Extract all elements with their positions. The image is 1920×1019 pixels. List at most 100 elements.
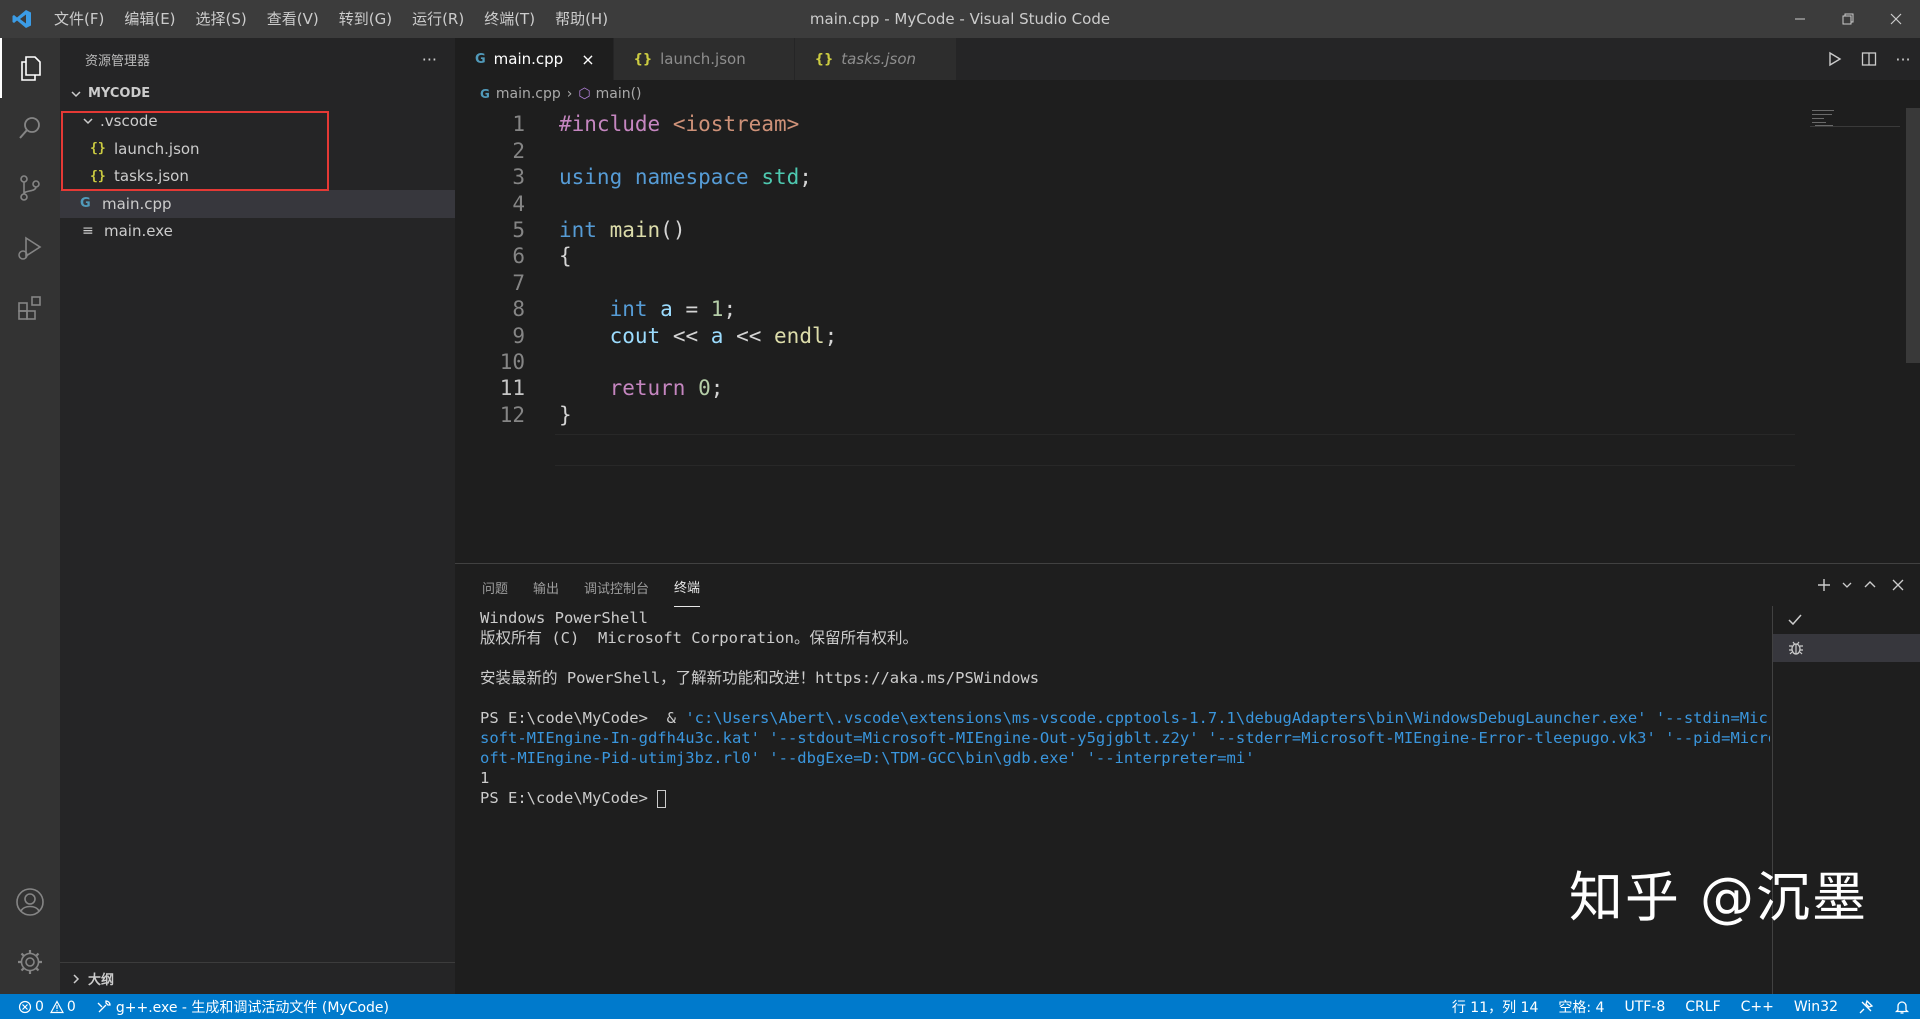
tab-terminal[interactable]: 终端 <box>674 565 701 607</box>
settings-button[interactable] <box>0 932 60 992</box>
more-actions-button[interactable]: ··· <box>422 50 437 69</box>
restore-button[interactable] <box>1824 0 1872 38</box>
terminal-list-item[interactable] <box>1773 634 1920 662</box>
window-controls <box>1776 0 1920 38</box>
run-debug-icon <box>18 236 42 260</box>
close-panel-button[interactable] <box>1884 570 1912 600</box>
tab-label: tasks.json <box>841 50 917 68</box>
annotation-highlight-box <box>61 111 329 191</box>
terminal-cursor <box>657 789 667 808</box>
close-window-button[interactable] <box>1872 0 1920 38</box>
source-control-button[interactable] <box>0 158 60 218</box>
tab-main-cpp[interactable]: G main.cpp × <box>455 38 614 80</box>
close-icon <box>1892 579 1904 591</box>
watermark: 知乎 @沉墨 <box>1568 866 1868 929</box>
menu-go[interactable]: 转到(G) <box>329 0 402 38</box>
explorer-button[interactable] <box>0 38 60 98</box>
split-editor-icon <box>1861 52 1877 66</box>
gear-icon <box>18 950 42 974</box>
feedback-button[interactable] <box>1848 999 1884 1015</box>
tab-problems[interactable]: 问题 <box>482 566 508 607</box>
outline-label: 大纲 <box>88 973 115 988</box>
tab-launch-json[interactable]: {} launch.json <box>613 38 795 80</box>
tab-output[interactable]: 输出 <box>533 566 559 607</box>
breadcrumb: G main.cpp › ⬡ main() <box>455 80 642 108</box>
play-icon <box>1829 51 1842 67</box>
terminal-list-item[interactable] <box>1773 606 1920 634</box>
platform-config[interactable]: Win32 <box>1784 999 1848 1015</box>
activity-bar <box>0 38 60 994</box>
error-count: 0 <box>35 998 44 1015</box>
account-icon <box>16 888 44 916</box>
file-icon: ≡ <box>82 223 94 240</box>
terminal-prompt: PS E:\code\MyCode> & <box>480 709 686 727</box>
menu-view[interactable]: 查看(V) <box>257 0 329 38</box>
accounts-button[interactable] <box>0 872 60 932</box>
split-editor-button[interactable] <box>1852 42 1886 76</box>
terminal-command-line: PS E:\code\MyCode> & 'c:\Users\Abert\.vs… <box>480 708 1770 728</box>
tab-debug-console[interactable]: 调试控制台 <box>584 566 649 607</box>
explorer-title: 资源管理器 <box>85 53 151 69</box>
cpp-icon: G <box>475 51 486 67</box>
feedback-icon <box>1859 999 1874 1013</box>
cpp-icon: G <box>480 87 490 101</box>
terminal-output[interactable]: Windows PowerShell 版权所有 (C) Microsoft Co… <box>480 608 1770 808</box>
encoding[interactable]: UTF-8 <box>1614 999 1675 1015</box>
run-file-button[interactable] <box>1818 42 1852 76</box>
menu-terminal[interactable]: 终端(T) <box>474 0 545 38</box>
chevron-right-icon: › <box>566 86 573 102</box>
extensions-button[interactable] <box>0 278 60 338</box>
file-main-cpp[interactable]: G main.cpp <box>60 190 455 218</box>
search-button[interactable] <box>0 98 60 158</box>
line-endings[interactable]: CRLF <box>1675 999 1730 1015</box>
bottom-panel: 问题 输出 调试控制台 终端 Windows PowerShell 版权所有 (… <box>455 563 1920 995</box>
method-icon: ⬡ <box>578 86 591 102</box>
run-debug-button[interactable] <box>0 218 60 278</box>
search-icon <box>19 117 40 139</box>
menu-bar: 文件(F) 编辑(E) 选择(S) 查看(V) 转到(G) 运行(R) 终端(T… <box>44 0 618 38</box>
panel-tabs: 问题 输出 调试控制台 终端 <box>455 564 1920 608</box>
vscode-logo-icon <box>0 0 44 38</box>
notifications-button[interactable] <box>1884 999 1920 1015</box>
close-tab-icon[interactable]: × <box>581 50 594 69</box>
tab-tasks-json[interactable]: {} tasks.json <box>794 38 958 80</box>
new-terminal-button[interactable] <box>1810 570 1838 600</box>
minimap[interactable] <box>1810 108 1900 158</box>
plus-icon <box>1818 579 1830 591</box>
chevron-down-icon <box>68 86 84 102</box>
more-actions-button[interactable]: ··· <box>1886 42 1920 76</box>
cursor-position[interactable]: 行 11，列 14 <box>1442 997 1549 1017</box>
more-icon: ··· <box>1895 49 1911 69</box>
maximize-panel-button[interactable] <box>1856 570 1884 600</box>
explorer-header: 资源管理器 ··· <box>60 38 455 80</box>
language-mode[interactable]: C++ <box>1731 999 1784 1015</box>
code-editor[interactable]: 1 #include <iostream> 2 3 using namespace … <box>455 108 1920 563</box>
close-icon <box>1890 13 1902 25</box>
editor-scrollbar[interactable] <box>1906 108 1920 363</box>
error-icon <box>18 1000 32 1013</box>
menu-selection[interactable]: 选择(S) <box>186 0 257 38</box>
restore-icon <box>1842 13 1854 25</box>
menu-edit[interactable]: 编辑(E) <box>114 0 185 38</box>
workspace-root[interactable]: MYCODE <box>60 80 455 108</box>
problems-status[interactable]: 0 0 <box>18 999 86 1015</box>
minimize-button[interactable] <box>1776 0 1824 38</box>
outline-section[interactable]: 大纲 <box>60 962 455 994</box>
indentation[interactable]: 空格: 4 <box>1548 997 1614 1017</box>
chevron-right-icon <box>68 971 84 987</box>
tab-label: main.cpp <box>493 50 564 68</box>
code-line: } <box>559 403 572 427</box>
json-icon: {} <box>633 51 653 67</box>
menu-file[interactable]: 文件(F) <box>44 0 114 38</box>
file-main-exe[interactable]: ≡ main.exe <box>60 218 455 246</box>
menu-help[interactable]: 帮助(H) <box>545 0 618 38</box>
breadcrumb-file[interactable]: main.cpp <box>496 86 561 102</box>
terminal-dropdown-button[interactable] <box>1838 570 1856 600</box>
menu-run[interactable]: 运行(R) <box>402 0 474 38</box>
terminal-line: 安装最新的 PowerShell，了解新功能和改进！https://aka.ms… <box>480 669 1040 687</box>
breadcrumb-symbol[interactable]: main() <box>596 86 642 102</box>
json-icon: {} <box>814 51 834 67</box>
warning-count: 0 <box>66 998 76 1015</box>
task-status[interactable]: g++.exe - 生成和调试活动文件 (MyCode) <box>86 997 399 1017</box>
